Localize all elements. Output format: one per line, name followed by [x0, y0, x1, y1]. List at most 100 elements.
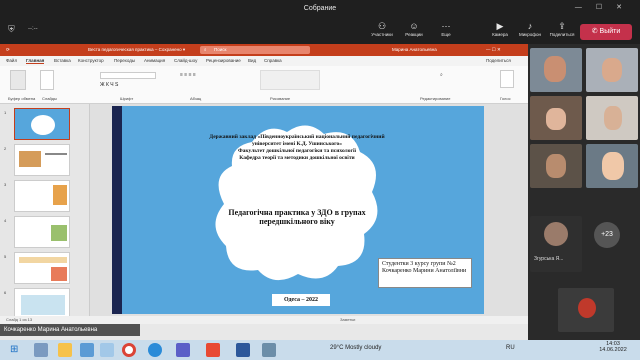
notes-button[interactable]: Заметки: [340, 317, 355, 322]
weather-widget[interactable]: 29°C Mostly cloudy: [330, 345, 381, 351]
tab-home[interactable]: Главная: [26, 58, 45, 64]
mail-icon[interactable]: [100, 343, 114, 357]
participant-video[interactable]: [586, 144, 638, 188]
participants-panel: Згурська Я... +23: [528, 44, 640, 340]
autosave-icon[interactable]: ⟳: [6, 44, 10, 56]
tab-insert[interactable]: Вставка: [54, 58, 71, 63]
close-icon[interactable]: ✕: [616, 4, 636, 11]
slide-thumbnail[interactable]: [14, 180, 70, 212]
share-icon: ⇪: [558, 21, 566, 31]
slide-count: Слайд 1 из 13: [6, 317, 33, 322]
edge-icon[interactable]: [148, 343, 162, 357]
new-slide-icon[interactable]: [40, 70, 54, 90]
more-participants-badge[interactable]: +23: [594, 222, 620, 248]
ribbon-tabs: Файл Главная Вставка Конструктор Переход…: [0, 56, 528, 66]
share-button[interactable]: ⇪ Поделиться: [546, 20, 578, 44]
participant-name: Згурська Я...: [534, 256, 564, 262]
windows-start-icon[interactable]: ⊞: [10, 344, 18, 355]
slide-header: Державний заклад «Південноукраїнський на…: [204, 134, 390, 162]
minimize-icon[interactable]: —: [575, 4, 596, 11]
clock-date: 14.06.2022: [599, 347, 627, 353]
chrome-icon[interactable]: [122, 343, 136, 357]
participant-video[interactable]: [530, 144, 582, 188]
meeting-timer: --:--: [28, 26, 38, 32]
slide-thumbnail[interactable]: [14, 216, 70, 248]
participant-tile[interactable]: Згурська Я...: [530, 216, 582, 272]
find-button[interactable]: ⌕: [440, 72, 443, 78]
presenter-label: Кочкаренко Марина Анатольевна: [0, 324, 140, 336]
author-box: Студентки 3 курсу групи №2 Кочкаренко Ма…: [378, 258, 472, 288]
tab-help[interactable]: Справка: [264, 58, 282, 63]
user-name: Марина Анатольевна: [392, 47, 437, 52]
ribbon-group-voice: Голос: [500, 96, 511, 101]
meeting-toolbar: ⛨ --:-- ⚇ Участники ☺ Реакции ⋯ Еще ▶ Ка…: [0, 18, 640, 44]
department-name: Кафедра теорії та методики дошкільної ос…: [239, 155, 355, 161]
slide-canvas: Державний заклад «Південноукраїнський на…: [90, 104, 528, 316]
faculty-name: Факультет дошкільної педагогіки та психо…: [237, 148, 357, 154]
camera-off-icon: ▶: [496, 21, 504, 31]
tab-slideshow[interactable]: Слайд-шоу: [174, 58, 197, 63]
camera-button[interactable]: ▶ Камера: [484, 20, 516, 44]
word-icon[interactable]: [236, 343, 250, 357]
meeting-title-bar: Собрание: [0, 0, 640, 18]
current-slide[interactable]: Державний заклад «Південноукраїнський на…: [112, 106, 484, 314]
clock[interactable]: 14:03 14.06.2022: [596, 341, 630, 353]
slide-thumbnail[interactable]: [14, 252, 70, 284]
slide-thumbnail[interactable]: [14, 108, 70, 140]
search-icon: ⌕: [204, 47, 207, 52]
ribbon-group-editing: Редактирование: [420, 96, 451, 101]
self-video[interactable]: [558, 288, 614, 332]
search-taskbar-icon[interactable]: [34, 343, 48, 357]
meeting-title: Собрание: [303, 5, 337, 12]
app-icon[interactable]: [262, 343, 276, 357]
slide-accent-bar: [112, 106, 122, 314]
more-button[interactable]: ⋯ Еще: [430, 20, 462, 44]
ribbon-group-slides: Слайды: [42, 96, 57, 101]
yandex-icon[interactable]: [206, 343, 220, 357]
participant-video[interactable]: [530, 96, 582, 140]
participant-video[interactable]: [586, 48, 638, 92]
file-explorer-icon[interactable]: [58, 343, 72, 357]
mic-button[interactable]: ♪ Микрофон: [514, 20, 546, 44]
institution-name: Державний заклад «Південноукраїнський на…: [209, 134, 385, 147]
avatar: [544, 222, 568, 246]
maximize-icon[interactable]: ☐: [596, 4, 616, 11]
participants-button[interactable]: ⚇ Участники: [366, 20, 398, 44]
search-input[interactable]: Поиск: [214, 47, 226, 52]
shared-screen: ⟳ Веста педагогическая практика – Сохран…: [0, 44, 528, 340]
font-selector[interactable]: [100, 72, 156, 79]
shield-icon[interactable]: ⛨: [8, 24, 15, 35]
slide-thumbnail[interactable]: [14, 144, 70, 176]
dictate-icon[interactable]: [500, 70, 514, 88]
participant-video[interactable]: [586, 96, 638, 140]
tab-animations[interactable]: Анимация: [144, 58, 165, 63]
tab-design[interactable]: Конструктор: [78, 58, 104, 63]
participant-video[interactable]: [530, 48, 582, 92]
ribbon-group-paragraph: Абзац: [190, 96, 202, 101]
leave-button[interactable]: ✆ Выйти: [580, 24, 632, 40]
window-buttons[interactable]: — ☐ ✕: [486, 44, 501, 56]
language-indicator[interactable]: RU: [506, 345, 515, 351]
share-doc-button[interactable]: Поделиться: [486, 58, 511, 63]
city-year: Одеса – 2022: [272, 294, 330, 306]
teams-icon[interactable]: [176, 343, 190, 357]
ribbon-group-clipboard: Буфер обмена: [8, 96, 36, 101]
drawing-shapes[interactable]: [260, 70, 320, 90]
tab-review[interactable]: Рецензирование: [206, 58, 241, 63]
ribbon-group-font: Шрифт: [120, 96, 134, 101]
window-controls[interactable]: —☐✕: [575, 3, 636, 11]
paragraph-buttons[interactable]: ≡ ≡ ≡ ≡: [180, 72, 196, 78]
powerpoint-titlebar: ⟳ Веста педагогическая практика – Сохран…: [0, 44, 528, 56]
slide-thumbnails: 1 2 3 4 5 6: [0, 104, 90, 320]
tab-file[interactable]: Файл: [6, 58, 17, 63]
reactions-button[interactable]: ☺ Реакции: [398, 20, 430, 44]
tab-view[interactable]: Вид: [248, 58, 256, 63]
task-view-icon[interactable]: [80, 343, 94, 357]
search-box[interactable]: Поиск: [200, 46, 310, 54]
slide-topic: Педагогічна практика у ЗДО в групах пере…: [228, 208, 366, 226]
phone-icon: ✆: [591, 28, 598, 35]
tab-transitions[interactable]: Переходы: [114, 58, 135, 63]
ribbon: Ж К Ч S ≡ ≡ ≡ ≡ ⌕ Буфер обмена Слайды Шр…: [0, 66, 528, 104]
paste-icon[interactable]: [10, 70, 26, 90]
format-buttons[interactable]: Ж К Ч S: [100, 82, 118, 88]
